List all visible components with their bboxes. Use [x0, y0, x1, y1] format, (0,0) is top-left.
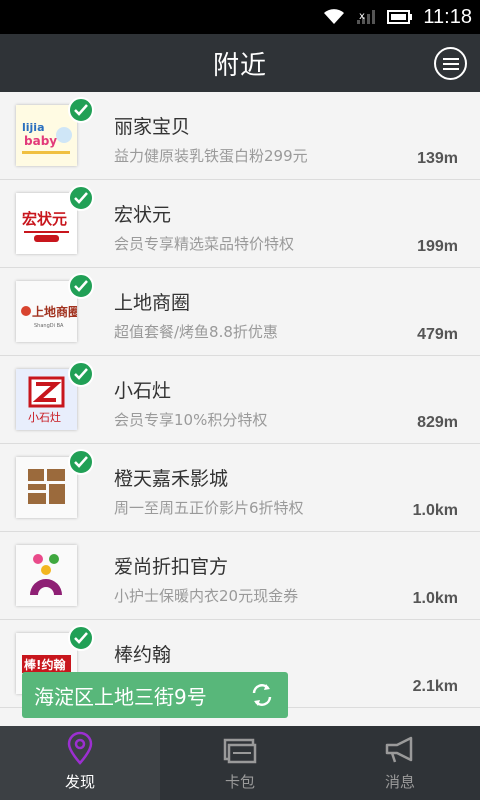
store-distance: 1.0km — [412, 590, 458, 607]
svg-text:lijia: lijia — [22, 121, 45, 134]
status-bar: x 11:18 — [0, 0, 480, 34]
list-item[interactable]: 爱尚折扣官方 小护士保暖内衣20元现金券 1.0km — [0, 532, 480, 620]
refresh-icon[interactable] — [248, 681, 276, 709]
tab-label: 发现 — [64, 773, 95, 791]
store-distance: 479m — [417, 326, 458, 343]
verified-check-icon — [68, 273, 94, 299]
wifi-icon — [324, 9, 345, 24]
verified-check-icon — [68, 449, 94, 475]
store-name: 上地商圈 — [114, 292, 191, 314]
list-item[interactable]: 上地商圈 ShangDi BA 上地商圈 超值套餐/烤鱼8.8折优惠 479m — [0, 268, 480, 356]
store-name: 小石灶 — [114, 380, 172, 402]
svg-text:宏状元: 宏状元 — [22, 210, 67, 228]
battery-icon — [387, 10, 413, 24]
list-item[interactable]: 橙天嘉禾影城 周一至周五正价影片6折特权 1.0km — [0, 444, 480, 532]
store-name: 爱尚折扣官方 — [114, 556, 229, 578]
status-time: 11:18 — [423, 5, 472, 28]
store-offer: 小护士保暖内衣20元现金券 — [114, 587, 299, 605]
tab-label: 卡包 — [224, 773, 255, 791]
verified-check-icon — [68, 185, 94, 211]
store-distance: 1.0km — [412, 502, 458, 519]
tab-cards[interactable]: 卡包 — [160, 726, 320, 800]
location-pin-icon — [67, 731, 93, 765]
store-distance: 829m — [417, 414, 458, 431]
page-title: 附近 — [212, 50, 267, 81]
svg-text:ShangDi BA: ShangDi BA — [34, 323, 64, 329]
store-offer: 超值套餐/烤鱼8.8折优惠 — [114, 323, 278, 341]
verified-check-icon — [68, 361, 94, 387]
list-item[interactable]: 宏状元 宏状元 会员专享精选菜品特价特权 199m — [0, 180, 480, 268]
store-offer: 周一至周五正价影片6折特权 — [114, 499, 304, 517]
megaphone-icon — [385, 736, 413, 763]
svg-text:上地商圈: 上地商圈 — [32, 304, 77, 319]
card-wallet-icon — [223, 738, 257, 764]
store-distance: 199m — [417, 238, 458, 255]
store-list[interactable]: lijia baby 丽家宝贝 益力健原装乳铁蛋白粉299元 139m 宏状元 … — [0, 92, 480, 727]
svg-text:baby: baby — [24, 134, 57, 148]
aishang-logo — [16, 545, 77, 606]
verified-check-icon — [68, 97, 94, 123]
store-name: 棒约翰 — [114, 644, 172, 666]
menu-icon — [442, 57, 459, 70]
tab-label: 消息 — [384, 773, 415, 791]
tab-messages[interactable]: 消息 — [320, 726, 480, 800]
store-offer: 益力健原装乳铁蛋白粉299元 — [114, 147, 308, 165]
list-item[interactable]: 小石灶 小石灶 会员专享10%积分特权 829m — [0, 356, 480, 444]
store-name: 宏状元 — [114, 204, 172, 226]
current-address: 海淀区上地三街9号 — [34, 684, 207, 709]
store-distance: 139m — [417, 150, 458, 167]
menu-button[interactable] — [434, 47, 467, 80]
store-offer: 会员专享精选菜品特价特权 — [114, 235, 295, 253]
location-toast[interactable]: 海淀区上地三街9号 — [22, 672, 288, 718]
store-name: 橙天嘉禾影城 — [114, 468, 229, 490]
signal-icon: x — [357, 10, 376, 24]
list-item[interactable]: lijia baby 丽家宝贝 益力健原装乳铁蛋白粉299元 139m — [0, 92, 480, 180]
store-distance: 2.1km — [412, 678, 458, 695]
bottom-tab-bar: 发现 卡包 消息 — [0, 726, 480, 800]
store-name: 丽家宝贝 — [114, 116, 191, 138]
svg-text:x: x — [359, 11, 365, 22]
store-offer: 会员专享10%积分特权 — [114, 411, 268, 429]
app-header: 附近 — [0, 34, 480, 92]
verified-check-icon — [68, 625, 94, 651]
svg-text:小石灶: 小石灶 — [28, 411, 61, 424]
svg-text:棒!约翰: 棒!约翰 — [24, 657, 65, 672]
tab-discover[interactable]: 发现 — [0, 726, 160, 800]
